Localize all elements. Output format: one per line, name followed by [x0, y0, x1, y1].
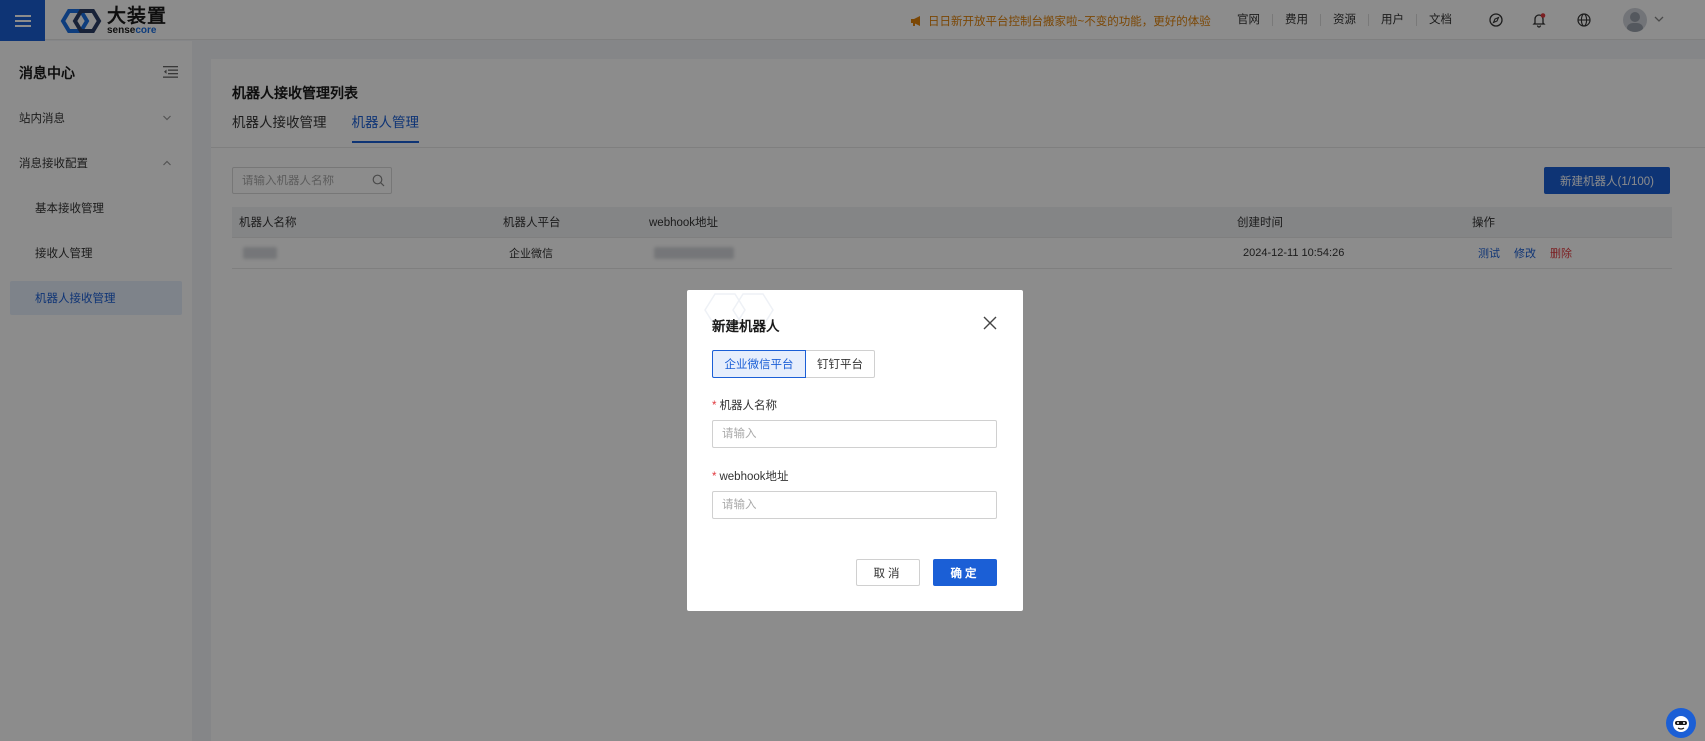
- assistant-bot-icon[interactable]: [1666, 708, 1696, 738]
- platform-dingtalk-button[interactable]: 钉钉平台: [806, 350, 875, 378]
- close-icon[interactable]: [982, 315, 998, 331]
- dialog-title: 新建机器人: [712, 319, 780, 334]
- new-robot-dialog: 新建机器人 企业微信平台 钉钉平台 *机器人名称 *webhook地址 取消 确…: [687, 290, 1023, 611]
- webhook-input[interactable]: [712, 491, 997, 519]
- robot-name-input[interactable]: [712, 420, 997, 448]
- webhook-label: * webhook地址: [712, 471, 789, 483]
- confirm-button[interactable]: 确定: [933, 559, 997, 586]
- platform-selector: 企业微信平台 钉钉平台: [712, 350, 875, 378]
- robot-name-label: * 机器人名称: [712, 400, 777, 412]
- platform-wecom-button[interactable]: 企业微信平台: [712, 350, 806, 378]
- cancel-button[interactable]: 取消: [856, 559, 920, 586]
